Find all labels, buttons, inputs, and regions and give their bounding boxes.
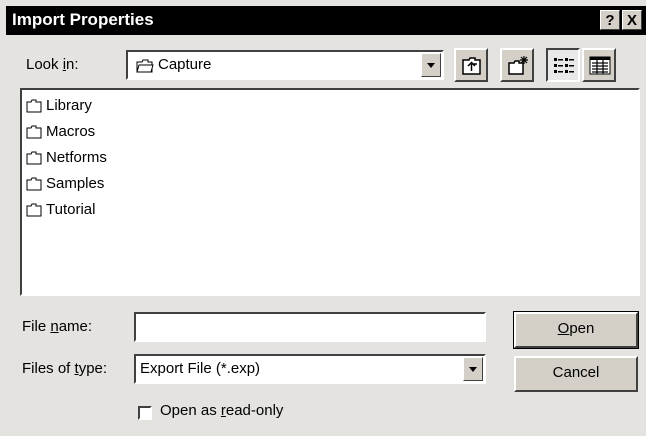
folder-icon [26,99,42,113]
new-folder-icon [508,56,528,75]
folder-list[interactable]: Library Macros Netforms Samples Tutorial [20,88,640,296]
files-of-type-dropdown-button[interactable] [463,357,483,381]
look-in-combobox[interactable]: Capture [126,50,444,80]
look-in-dropdown-button[interactable] [421,53,441,77]
close-button[interactable]: X [622,10,642,30]
file-name-input[interactable] [134,312,486,342]
files-of-type-value: Export File (*.exp) [140,360,261,377]
details-view-icon [589,56,611,75]
import-properties-dialog: Import Properties ? X Look in: Capture L… [0,0,646,436]
folder-name: Netforms [46,149,107,166]
folder-name: Library [46,97,92,114]
help-button[interactable]: ? [600,10,620,30]
up-one-level-button[interactable] [454,48,488,82]
folder-icon [26,203,42,217]
list-view-button[interactable] [546,48,580,82]
look-in-label: Look in: [26,56,79,73]
details-view-button[interactable] [582,48,616,82]
list-view-icon [554,58,574,73]
folder-name: Samples [46,175,105,192]
window-title: Import Properties [12,10,154,29]
folder-name: Tutorial [46,201,96,218]
open-folder-icon [136,59,154,73]
title-bar: Import Properties ? X [6,6,646,35]
read-only-label[interactable]: Open as read-only [160,402,283,419]
read-only-checkbox[interactable] [138,406,152,420]
open-button[interactable]: Open [513,311,639,349]
folder-icon [26,177,42,191]
file-name-label: File name: [22,318,93,335]
folder-icon [26,125,42,139]
folder-icon [26,151,42,165]
cancel-button[interactable]: Cancel [514,356,638,392]
files-of-type-combobox[interactable]: Export File (*.exp) [134,354,486,384]
files-of-type-label: Files of type: [22,360,108,377]
look-in-value: Capture [158,56,212,73]
folder-up-icon [462,57,481,75]
create-new-folder-button[interactable] [500,48,534,82]
folder-name: Macros [46,123,96,140]
